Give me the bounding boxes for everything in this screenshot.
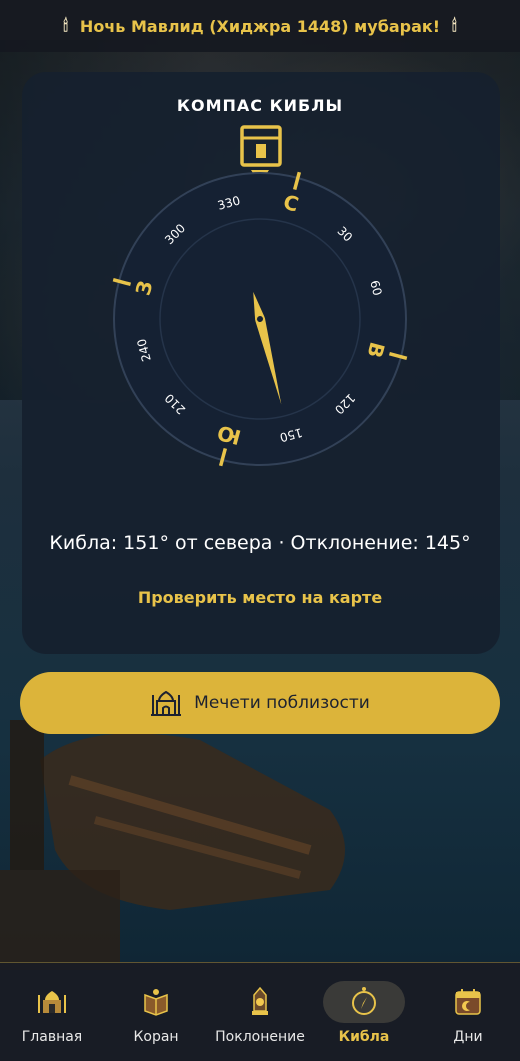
lantern-icon (219, 981, 301, 1023)
nearby-mosques-button[interactable]: Мечети поблизости (20, 672, 500, 734)
qibla-direction-text: Кибла: 151° от севера · Отклонение: 145° (49, 532, 471, 554)
tab-quran-label: Коран (133, 1029, 179, 1045)
tab-worship[interactable]: Поклонение (208, 963, 312, 1045)
candle-icon: 🕯 (452, 16, 457, 35)
boat-illustration (0, 720, 345, 970)
tab-worship-label: Поклонение (215, 1029, 305, 1045)
bottom-navigation: Главная Коран Поклонение Кибла Дни (0, 962, 520, 1061)
calendar-icon (427, 981, 509, 1023)
compass-container: С В Ю З 30 60 120 150 210 240 300 330 (108, 124, 414, 470)
compass-title: КОМПАС КИБЛЫ (176, 96, 344, 115)
candle-icon: 🕯 (63, 16, 68, 35)
kaaba-icon (240, 125, 282, 167)
check-location-link[interactable]: Проверить место на карте (0, 588, 520, 607)
tab-qibla[interactable]: Кибла (312, 963, 416, 1045)
mosque-icon (151, 690, 182, 716)
qibla-compass: СВЮЗ3060120150210240300330 (112, 125, 408, 467)
compass-outer-ring (113, 172, 407, 466)
event-banner: 🕯 Ночь Мавлид (Хиджра 1448) мубарак! 🕯 (0, 0, 520, 52)
quran-icon (115, 981, 197, 1023)
tab-days-label: Дни (453, 1029, 483, 1045)
nearby-mosques-label: Мечети поблизости (194, 693, 370, 713)
tab-home-label: Главная (21, 1029, 83, 1045)
tab-qibla-label: Кибла (338, 1029, 390, 1045)
compass-icon (323, 981, 405, 1023)
tab-days[interactable]: Дни (416, 963, 520, 1045)
tab-quran[interactable]: Коран (104, 963, 208, 1045)
home-mosque-icon (11, 981, 93, 1023)
banner-text: Ночь Мавлид (Хиджра 1448) мубарак! (79, 16, 441, 36)
tab-home[interactable]: Главная (0, 963, 104, 1045)
